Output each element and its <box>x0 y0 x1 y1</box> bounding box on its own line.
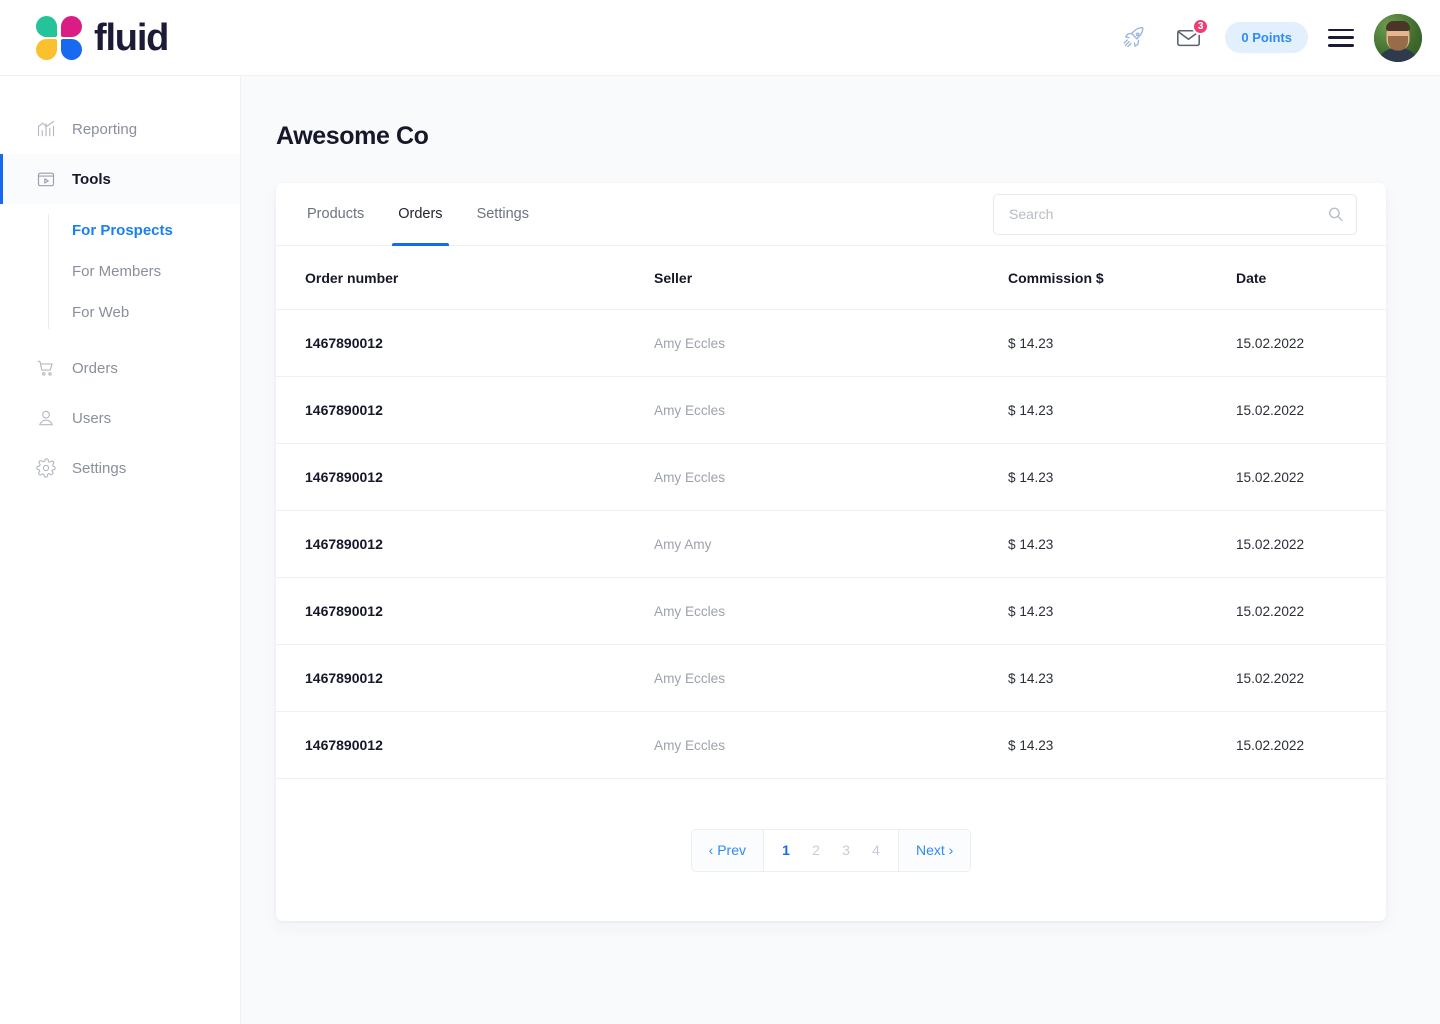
cell-date: 15.02.2022 <box>1236 443 1386 511</box>
table-row[interactable]: 1467890012 Amy Eccles $ 14.23 15.02.2022 <box>276 376 1386 444</box>
top-bar-actions: 3 0 Points <box>1117 13 1422 62</box>
table-row[interactable]: 1467890012 Amy Amy $ 14.23 15.02.2022 <box>276 510 1386 578</box>
sidebar-item-reporting[interactable]: Reporting <box>0 104 240 154</box>
cell-order-number: 1467890012 <box>276 711 654 779</box>
points-pill[interactable]: 0 Points <box>1225 22 1308 53</box>
table-header-row: Order number Seller Commission $ Date <box>276 246 1386 310</box>
page-title: Awesome Co <box>276 122 429 150</box>
gear-icon <box>36 458 56 478</box>
user-icon <box>39 410 53 426</box>
cell-commission: $ 14.23 <box>1008 510 1236 578</box>
cell-date: 15.02.2022 <box>1236 309 1386 377</box>
cell-seller: Amy Eccles <box>654 443 1008 511</box>
sidebar-item-label: Orders <box>72 359 118 377</box>
cell-commission: $ 14.23 <box>1008 577 1236 645</box>
sidebar-item-orders[interactable]: Orders <box>0 343 240 393</box>
fluid-logo-icon <box>36 15 82 60</box>
sidebar-item-label: Users <box>72 409 112 427</box>
cell-commission: $ 14.23 <box>1008 711 1236 779</box>
tab-label: Orders <box>398 206 443 222</box>
cell-date: 15.02.2022 <box>1236 510 1386 578</box>
cell-commission: $ 14.23 <box>1008 443 1236 511</box>
table-row[interactable]: 1467890012 Amy Eccles $ 14.23 15.02.2022 <box>276 644 1386 712</box>
sidebar-subitem-label: For Members <box>72 263 162 280</box>
sidebar-subitem-for-web[interactable]: For Web <box>48 292 240 333</box>
orders-card: Products Orders Settings Or <box>276 183 1386 921</box>
pagination-page-3[interactable]: 3 <box>834 842 858 858</box>
pagination-pages: 1 2 3 4 <box>763 829 899 871</box>
cell-order-number: 1467890012 <box>276 577 654 645</box>
table-row[interactable]: 1467890012 Amy Eccles $ 14.23 15.02.2022 <box>276 443 1386 511</box>
tools-icon <box>37 172 55 187</box>
pagination-prev[interactable]: ‹ Prev <box>691 829 763 871</box>
search-wrapper <box>993 193 1357 235</box>
sidebar-subitem-for-prospects[interactable]: For Prospects <box>48 210 240 251</box>
sidebar: Reporting Tools For Prospects For Member… <box>0 76 241 1024</box>
pagination-page-2[interactable]: 2 <box>804 842 828 858</box>
orders-table: Order number Seller Commission $ Date 14… <box>276 246 1386 779</box>
mail-badge: 3 <box>1191 17 1210 35</box>
search-input[interactable] <box>993 193 1357 235</box>
hamburger-icon[interactable] <box>1328 28 1354 47</box>
column-header-order-number: Order number <box>276 246 654 310</box>
sidebar-item-tools[interactable]: Tools <box>0 154 240 204</box>
mail-icon[interactable]: 3 <box>1171 17 1210 55</box>
cell-seller: Amy Eccles <box>654 577 1008 645</box>
pagination-row: ‹ Prev 1 2 3 4 Next › <box>276 779 1386 921</box>
cell-seller: Amy Eccles <box>654 644 1008 712</box>
cell-seller: Amy Eccles <box>654 376 1008 444</box>
pagination-page-1[interactable]: 1 <box>774 842 798 858</box>
cell-order-number: 1467890012 <box>276 510 654 578</box>
tab-label: Settings <box>476 206 529 222</box>
column-header-commission: Commission $ <box>1008 246 1236 310</box>
cell-order-number: 1467890012 <box>276 376 654 444</box>
pagination: ‹ Prev 1 2 3 4 Next › <box>690 828 972 872</box>
cell-seller: Amy Eccles <box>654 309 1008 377</box>
table-head: Order number Seller Commission $ Date <box>276 246 1386 310</box>
brand-name: fluid <box>94 16 169 59</box>
pagination-page-4[interactable]: 4 <box>864 842 888 858</box>
tab-settings[interactable]: Settings <box>475 183 531 245</box>
cell-commission: $ 14.23 <box>1008 309 1236 377</box>
cell-date: 15.02.2022 <box>1236 376 1386 444</box>
table-row[interactable]: 1467890012 Amy Eccles $ 14.23 15.02.2022 <box>276 577 1386 645</box>
sidebar-item-label: Tools <box>72 170 111 188</box>
column-header-date: Date <box>1236 246 1386 310</box>
cell-date: 15.02.2022 <box>1236 577 1386 645</box>
cell-seller: Amy Eccles <box>654 711 1008 779</box>
cell-order-number: 1467890012 <box>276 443 654 511</box>
sidebar-item-settings[interactable]: Settings <box>0 443 240 493</box>
chart-icon <box>37 120 55 137</box>
card-header: Products Orders Settings <box>276 183 1386 246</box>
sidebar-subitem-label: For Prospects <box>72 222 173 239</box>
top-bar: fluid 3 0 Points <box>0 0 1440 76</box>
cart-icon <box>37 360 53 376</box>
rocket-icon[interactable] <box>1117 21 1151 55</box>
cell-date: 15.02.2022 <box>1236 644 1386 712</box>
column-header-seller: Seller <box>654 246 1008 310</box>
sidebar-subitem-label: For Web <box>72 304 130 321</box>
sidebar-item-label: Reporting <box>72 120 138 138</box>
table-row[interactable]: 1467890012 Amy Eccles $ 14.23 15.02.2022 <box>276 711 1386 779</box>
sidebar-item-users[interactable]: Users <box>0 393 240 443</box>
table-row[interactable]: 1467890012 Amy Eccles $ 14.23 15.02.2022 <box>276 309 1386 377</box>
sidebar-subnav: For Prospects For Members For Web <box>0 210 240 333</box>
cell-order-number: 1467890012 <box>276 309 654 377</box>
pagination-next[interactable]: Next › <box>899 829 971 871</box>
tab-bar: Products Orders Settings <box>305 183 531 246</box>
sidebar-subitem-for-members[interactable]: For Members <box>48 251 240 292</box>
main-content: Awesome Co Products Orders Settings Sear… <box>241 76 1440 1024</box>
table-body: 1467890012 Amy Eccles $ 14.23 15.02.2022… <box>276 309 1386 779</box>
tab-orders[interactable]: Orders <box>392 183 449 246</box>
cell-seller: Amy Amy <box>654 510 1008 578</box>
tab-products[interactable]: Products <box>305 183 366 245</box>
sidebar-item-label: Settings <box>72 459 127 477</box>
avatar[interactable] <box>1374 13 1422 62</box>
cell-commission: $ 14.23 <box>1008 376 1236 444</box>
brand-logo[interactable]: fluid <box>36 15 169 60</box>
cell-order-number: 1467890012 <box>276 644 654 712</box>
tab-label: Products <box>307 206 365 222</box>
cell-date: 15.02.2022 <box>1236 711 1386 779</box>
cell-commission: $ 14.23 <box>1008 644 1236 712</box>
